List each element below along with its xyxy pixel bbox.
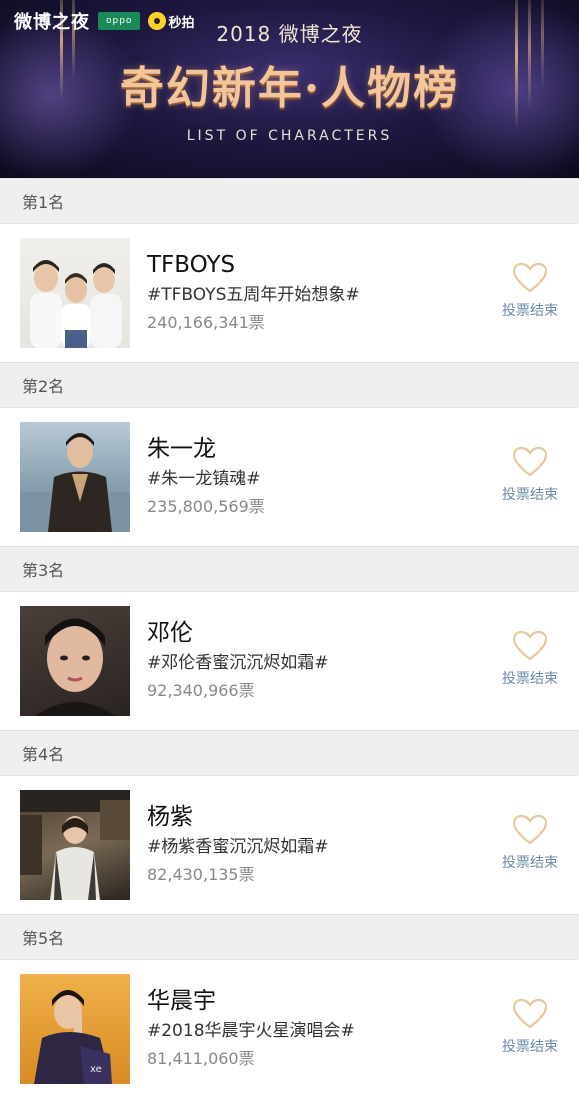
rank-header: 第3名	[0, 546, 579, 592]
vote-button[interactable]: 投票结束	[497, 814, 563, 872]
avatar	[20, 790, 130, 900]
avatar: xe	[20, 974, 130, 1084]
heart-icon	[512, 998, 548, 1029]
vote-button[interactable]: 投票结束	[497, 998, 563, 1056]
vote-status-label: 投票结束	[502, 671, 558, 687]
banner-subtitle: LIST OF CHARACTERS	[186, 128, 393, 144]
list-item: xe 华晨宇 #2018华晨宇火星演唱会# 81,411,060票 投票结束	[0, 960, 579, 1098]
vote-status-label: 投票结束	[502, 487, 558, 503]
heart-icon	[512, 446, 548, 477]
vote-status-label: 投票结束	[502, 855, 558, 871]
vote-button[interactable]: 投票结束	[497, 630, 563, 688]
rank-header: 第5名	[0, 914, 579, 960]
vote-button[interactable]: 投票结束	[497, 262, 563, 320]
vote-button[interactable]: 投票结束	[497, 446, 563, 504]
list-item: TFBOYS #TFBOYS五周年开始想象# 240,166,341票 投票结束	[0, 224, 579, 362]
heart-icon	[512, 630, 548, 661]
banner-title: 奇幻新年·人物榜	[119, 63, 460, 114]
vote-status-label: 投票结束	[502, 1039, 558, 1055]
banner-event-name: 2018 微博之夜	[216, 22, 363, 46]
list-item: 杨紫 #杨紫香蜜沉沉烬如霜# 82,430,135票 投票结束	[0, 776, 579, 914]
rank-header: 第4名	[0, 730, 579, 776]
list-item: 朱一龙 #朱一龙镇魂# 235,800,569票 投票结束	[0, 408, 579, 546]
avatar	[20, 238, 130, 348]
rank-header: 第2名	[0, 362, 579, 408]
rank-header: 第1名	[0, 178, 579, 224]
avatar	[20, 422, 130, 532]
vote-status-label: 投票结束	[502, 303, 558, 319]
heart-icon	[512, 262, 548, 293]
list-item: 邓伦 #邓伦香蜜沉沉烬如霜# 92,340,966票 投票结束	[0, 592, 579, 730]
avatar	[20, 606, 130, 716]
heart-icon	[512, 814, 548, 845]
svg-text:xe: xe	[90, 1064, 102, 1075]
header-banner: 微博之夜 oppo 秒拍 2018 微博之夜 奇幻新年·人物榜 LIST OF …	[0, 0, 579, 178]
